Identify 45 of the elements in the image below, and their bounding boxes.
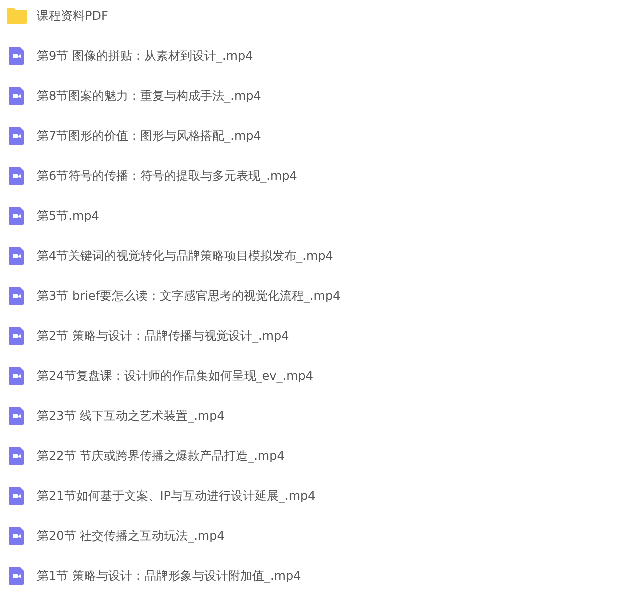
file-name: 第2节 策略与设计：品牌传播与视觉设计_.mp4 [37,328,290,345]
file-name: 第20节 社交传播之互动玩法_.mp4 [37,528,225,545]
video-file-icon [7,566,27,586]
video-file-icon [7,246,27,266]
file-name: 第1节 策略与设计：品牌形象与设计附加值_.mp4 [37,568,302,585]
file-item[interactable]: 第4节关键词的视觉转化与品牌策略项目模拟发布_.mp4 [0,240,634,280]
file-item[interactable]: 第8节图案的魅力：重复与构成手法_.mp4 [0,80,634,120]
video-file-icon [7,446,27,466]
video-file-icon [7,126,27,146]
file-name: 第9节 图像的拼贴：从素材到设计_.mp4 [37,48,254,65]
file-name: 第24节复盘课：设计师的作品集如何呈现_ev_.mp4 [37,368,314,385]
file-name: 第5节.mp4 [37,208,100,225]
file-item[interactable]: 第21节如何基于文案、IP与互动进行设计延展_.mp4 [0,480,634,520]
file-name: 第21节如何基于文案、IP与互动进行设计延展_.mp4 [37,488,316,505]
video-file-icon [7,206,27,226]
video-file-icon [7,46,27,66]
video-file-icon [7,486,27,506]
video-file-icon [7,406,27,426]
file-name: 第23节 线下互动之艺术装置_.mp4 [37,408,225,425]
video-file-icon [7,166,27,186]
video-file-icon [7,326,27,346]
video-file-icon [7,86,27,106]
file-name: 第4节关键词的视觉转化与品牌策略项目模拟发布_.mp4 [37,248,334,265]
file-item[interactable]: 第1节 策略与设计：品牌形象与设计附加值_.mp4 [0,560,634,592]
file-name: 第7节图形的价值：图形与风格搭配_.mp4 [37,128,262,145]
file-item[interactable]: 第22节 节庆或跨界传播之爆款产品打造_.mp4 [0,440,634,480]
file-name: 第8节图案的魅力：重复与构成手法_.mp4 [37,88,262,105]
file-item[interactable]: 第24节复盘课：设计师的作品集如何呈现_ev_.mp4 [0,360,634,400]
file-item[interactable]: 第9节 图像的拼贴：从素材到设计_.mp4 [0,40,634,80]
file-name: 第6节符号的传播：符号的提取与多元表现_.mp4 [37,168,298,185]
file-name: 第22节 节庆或跨界传播之爆款产品打造_.mp4 [37,448,285,465]
file-item[interactable]: 第6节符号的传播：符号的提取与多元表现_.mp4 [0,160,634,200]
file-item[interactable]: 第7节图形的价值：图形与风格搭配_.mp4 [0,120,634,160]
file-item[interactable]: 第20节 社交传播之互动玩法_.mp4 [0,520,634,560]
video-file-icon [7,286,27,306]
video-file-icon [7,526,27,546]
file-item[interactable]: 第2节 策略与设计：品牌传播与视觉设计_.mp4 [0,320,634,360]
file-item[interactable]: 第3节 brief要怎么读：文字感官思考的视觉化流程_.mp4 [0,280,634,320]
file-name: 第3节 brief要怎么读：文字感官思考的视觉化流程_.mp4 [37,288,341,305]
file-item[interactable]: 第5节.mp4 [0,200,634,240]
video-file-icon [7,366,27,386]
file-name: 课程资料PDF [37,8,108,25]
folder-icon [7,6,27,26]
file-item[interactable]: 第23节 线下互动之艺术装置_.mp4 [0,400,634,440]
file-item[interactable]: 课程资料PDF [0,0,634,40]
